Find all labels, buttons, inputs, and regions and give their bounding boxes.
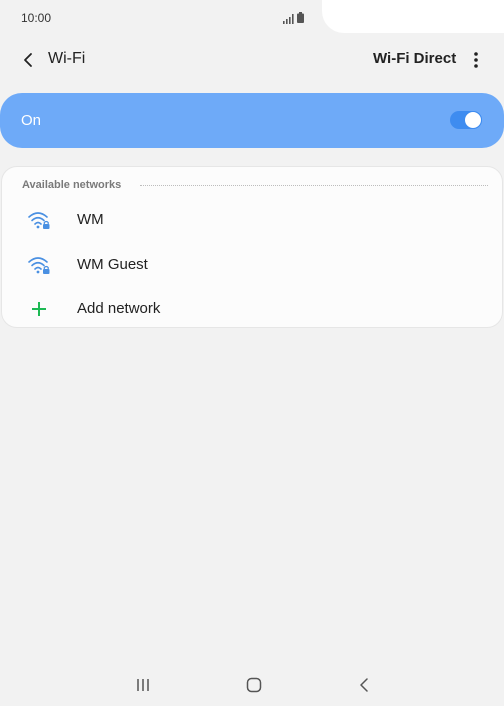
- nav-back-button[interactable]: [352, 674, 376, 696]
- back-icon: [360, 678, 368, 692]
- wifi-direct-button[interactable]: Wi-Fi Direct: [373, 50, 456, 67]
- app-header: Wi-Fi Wi-Fi Direct: [0, 40, 504, 80]
- signal-icon: [283, 11, 294, 29]
- available-networks-card: Available networks WM WM Guest Add netwo…: [1, 166, 503, 328]
- more-vert-icon: [474, 52, 478, 68]
- network-item-wm-guest[interactable]: WM Guest: [2, 243, 504, 287]
- network-name: WM Guest: [77, 256, 148, 273]
- back-button[interactable]: [16, 48, 40, 72]
- page-title: Wi-Fi: [48, 50, 86, 67]
- recent-apps-icon: [137, 679, 149, 691]
- more-options-button[interactable]: [466, 48, 486, 72]
- chevron-left-icon: [24, 53, 32, 67]
- status-time: 10:00: [21, 11, 52, 25]
- wifi-locked-icon: [26, 253, 52, 277]
- network-name: WM: [77, 211, 104, 228]
- add-network-label: Add network: [77, 300, 161, 317]
- recent-apps-button[interactable]: [131, 674, 155, 696]
- home-button[interactable]: [242, 674, 266, 696]
- wifi-toggle-label: On: [21, 112, 42, 129]
- wifi-locked-icon: [26, 208, 52, 232]
- battery-icon: [297, 10, 304, 28]
- network-item-wm[interactable]: WM: [2, 198, 504, 242]
- navigation-bar: [0, 660, 504, 706]
- section-divider: [140, 185, 488, 186]
- section-label: Available networks: [22, 179, 122, 191]
- switch-knob: [464, 111, 482, 129]
- status-bar-cutout: [322, 0, 504, 33]
- add-network-button[interactable]: Add network: [2, 287, 504, 331]
- plus-icon: [26, 297, 52, 321]
- wifi-master-toggle[interactable]: On: [0, 93, 504, 148]
- home-icon: [246, 677, 262, 693]
- wifi-switch[interactable]: [450, 111, 482, 129]
